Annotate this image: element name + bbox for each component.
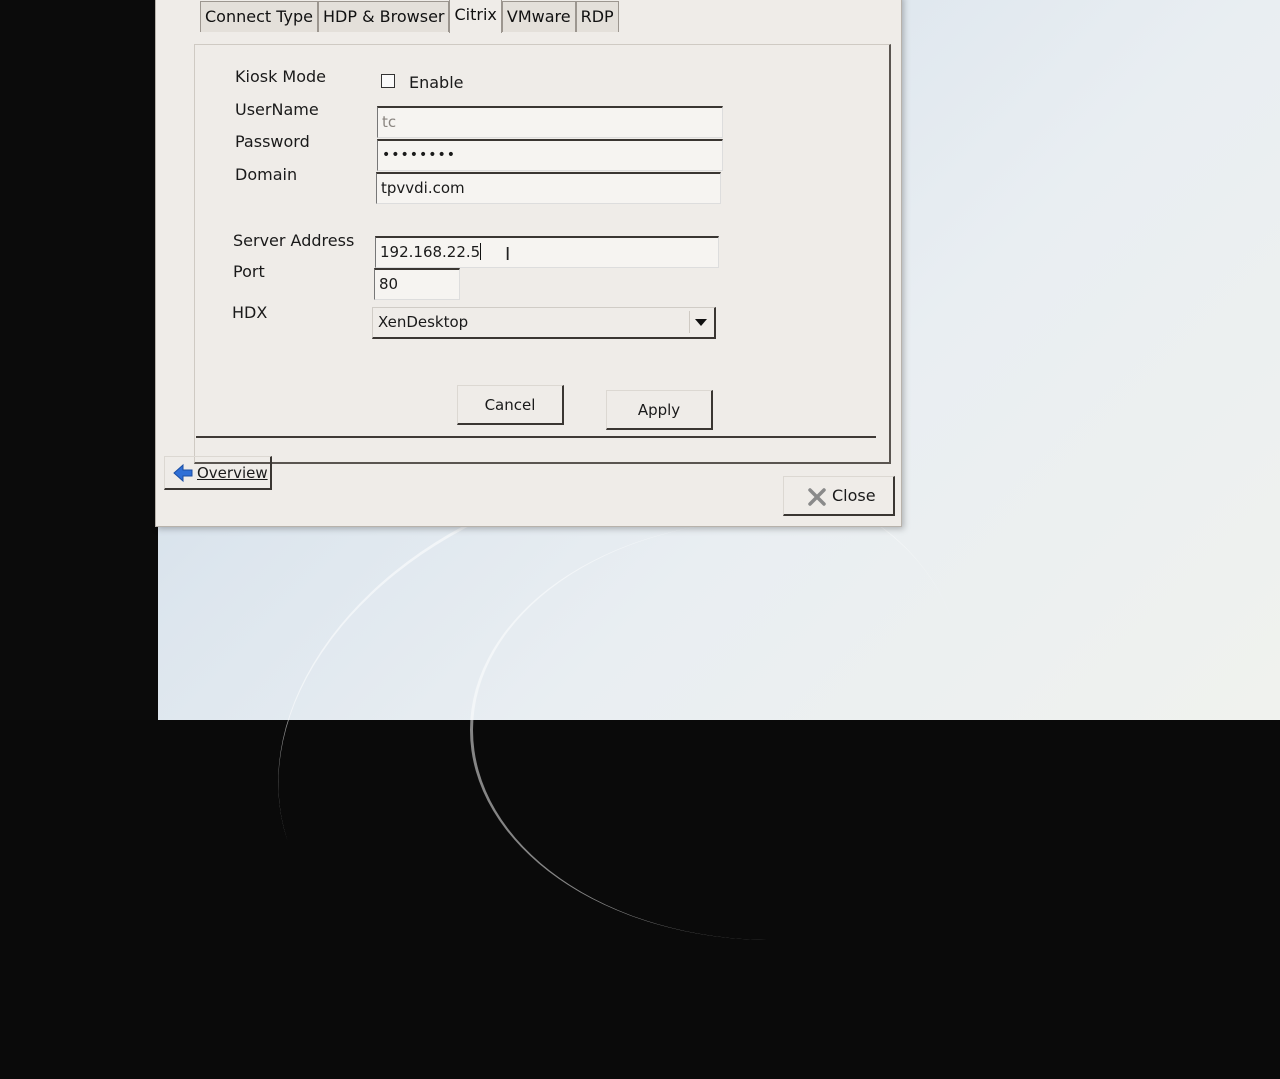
chevron-down-icon xyxy=(695,319,707,326)
tab-connect-type[interactable]: Connect Type xyxy=(200,1,318,32)
port-input[interactable]: 80 xyxy=(374,268,460,300)
username-input[interactable]: tc xyxy=(377,106,723,138)
password-input[interactable]: •••••••• xyxy=(377,139,723,171)
hdx-label: HDX xyxy=(232,303,268,322)
tab-citrix[interactable]: Citrix xyxy=(449,0,502,33)
overview-button[interactable]: Overview xyxy=(164,456,272,490)
dropdown-button[interactable] xyxy=(689,311,712,333)
server-address-value: 192.168.22.5 xyxy=(380,243,481,261)
hdx-select[interactable]: XenDesktop xyxy=(372,307,716,339)
domain-input[interactable]: tpvvdi.com xyxy=(376,172,721,204)
hdx-selected-value: XenDesktop xyxy=(378,313,469,331)
text-caret xyxy=(480,243,482,260)
kiosk-enable-label: Enable xyxy=(409,73,464,92)
wallpaper-swoosh xyxy=(470,520,1073,940)
domain-label: Domain xyxy=(235,165,298,184)
text-cursor-icon: I xyxy=(505,244,511,265)
divider xyxy=(196,436,876,438)
username-label: UserName xyxy=(235,100,319,119)
apply-button[interactable]: Apply xyxy=(606,390,713,430)
back-arrow-icon xyxy=(173,463,193,483)
overview-label: Overview xyxy=(197,464,268,482)
tab-hdp-browser[interactable]: HDP & Browser xyxy=(318,1,450,32)
cancel-button[interactable]: Cancel xyxy=(457,385,564,425)
port-label: Port xyxy=(233,262,265,281)
screen-bezel xyxy=(0,0,158,720)
kiosk-mode-label: Kiosk Mode xyxy=(235,67,327,86)
tab-rdp[interactable]: RDP xyxy=(575,1,619,32)
tab-vmware[interactable]: VMware xyxy=(501,1,576,32)
password-label: Password xyxy=(235,132,310,151)
close-icon xyxy=(808,488,826,506)
kiosk-enable-checkbox[interactable] xyxy=(381,74,395,88)
close-button[interactable]: Close xyxy=(783,476,895,516)
citrix-settings-panel: Kiosk Mode Enable UserName tc Password •… xyxy=(194,44,891,464)
server-address-label: Server Address xyxy=(233,231,355,250)
close-label: Close xyxy=(832,486,876,505)
settings-dialog: Connect Type HDP & Browser Citrix VMware… xyxy=(155,0,902,527)
tab-bar: Connect Type HDP & Browser Citrix VMware… xyxy=(200,0,619,34)
server-address-input[interactable]: 192.168.22.5 xyxy=(375,236,719,268)
